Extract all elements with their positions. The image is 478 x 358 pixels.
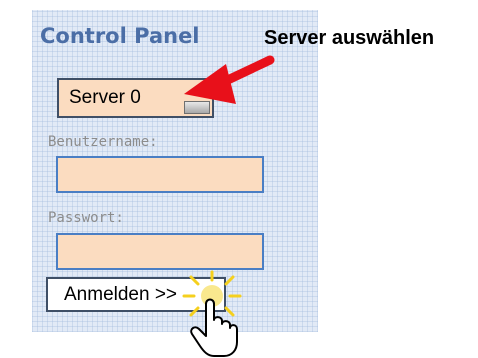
panel-title: Control Panel bbox=[40, 24, 200, 48]
username-label: Benutzername: bbox=[48, 134, 158, 150]
page-background bbox=[318, 0, 478, 358]
login-button[interactable]: Anmelden >> bbox=[46, 277, 226, 312]
username-field[interactable] bbox=[56, 156, 264, 193]
server-select-value: Server 0 bbox=[69, 87, 141, 108]
login-button-label: Anmelden >> bbox=[64, 283, 178, 305]
control-panel: Control Panel Server 0 Benutzername: Pas… bbox=[32, 10, 332, 332]
annotation-text: Server auswählen bbox=[264, 27, 435, 49]
password-label: Passwort: bbox=[48, 210, 124, 226]
server-select[interactable]: Server 0 bbox=[57, 78, 214, 118]
password-field[interactable] bbox=[56, 233, 264, 270]
dropdown-arrow-icon[interactable] bbox=[184, 101, 210, 114]
